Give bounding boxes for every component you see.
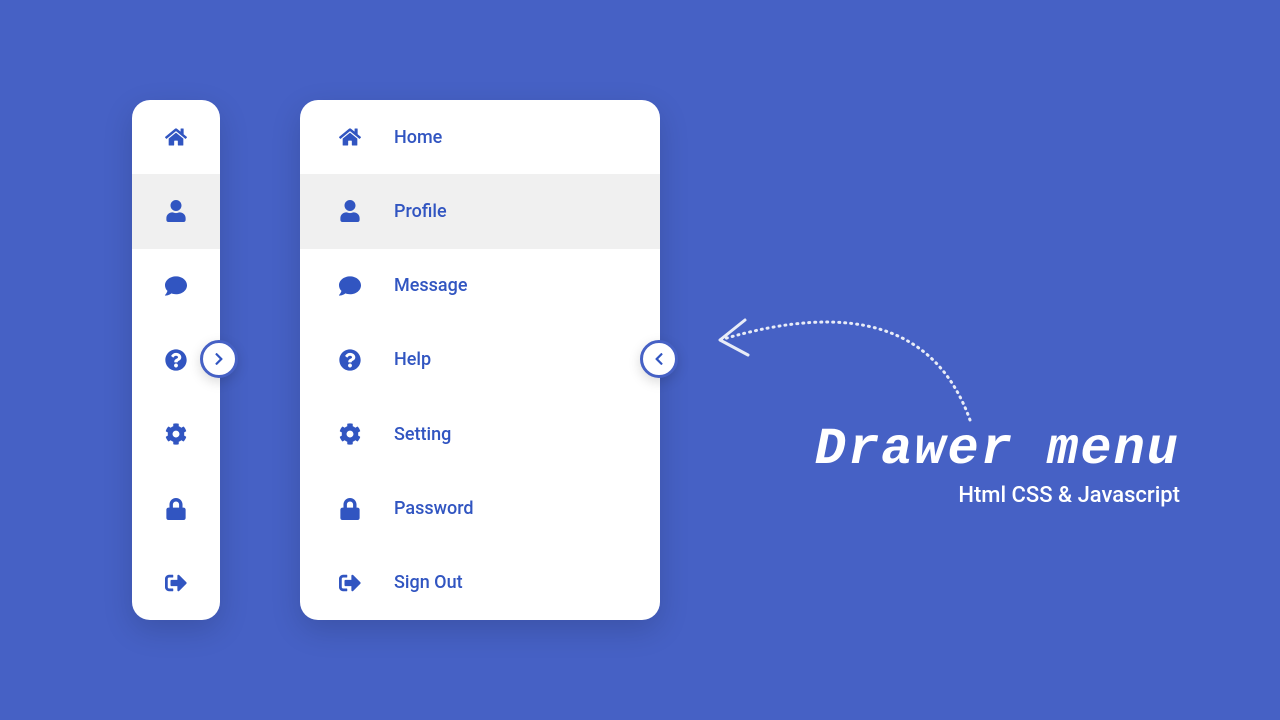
menu-label: Profile	[394, 201, 447, 222]
menu-label: Home	[394, 127, 442, 148]
menu-label: Sign Out	[394, 572, 463, 593]
menu-item-message[interactable]	[132, 249, 220, 323]
comment-icon	[164, 274, 188, 298]
menu-item-home[interactable]	[132, 100, 220, 174]
comment-icon	[338, 274, 362, 298]
menu-label: Password	[394, 498, 474, 519]
menu-item-signout[interactable]	[132, 546, 220, 620]
menu-item-setting[interactable]: Setting	[300, 397, 660, 471]
menu-item-signout[interactable]: Sign Out	[300, 546, 660, 620]
menu-label: Setting	[394, 424, 451, 445]
expand-button[interactable]	[200, 340, 238, 378]
lock-icon	[338, 497, 362, 521]
menu-item-setting[interactable]	[132, 397, 220, 471]
chevron-right-icon	[212, 352, 226, 366]
home-icon	[164, 125, 188, 149]
question-icon	[164, 348, 188, 372]
drawer-expanded: Home Profile Message Help Setting Passwo…	[300, 100, 660, 620]
menu-label: Help	[394, 349, 431, 370]
chevron-left-icon	[652, 352, 666, 366]
user-icon	[164, 199, 188, 223]
menu-item-home[interactable]: Home	[300, 100, 660, 174]
menu-item-message[interactable]: Message	[300, 249, 660, 323]
menu-item-profile[interactable]	[132, 174, 220, 248]
collapse-button[interactable]	[640, 340, 678, 378]
user-icon	[338, 199, 362, 223]
menu-item-profile[interactable]: Profile	[300, 174, 660, 248]
gear-icon	[338, 422, 362, 446]
signout-icon	[164, 571, 188, 595]
signout-icon	[338, 571, 362, 595]
menu-item-help[interactable]: Help	[300, 323, 660, 397]
menu-label: Message	[394, 275, 467, 296]
gear-icon	[164, 422, 188, 446]
title-block: Drawer menu Html CSS & Javascript	[815, 420, 1180, 508]
home-icon	[338, 125, 362, 149]
lock-icon	[164, 497, 188, 521]
menu-item-password[interactable]	[132, 471, 220, 545]
title-main: Drawer menu	[815, 420, 1180, 479]
question-icon	[338, 348, 362, 372]
title-sub: Html CSS & Javascript	[815, 483, 1180, 508]
menu-item-password[interactable]: Password	[300, 471, 660, 545]
annotation-arrow-icon	[690, 250, 990, 430]
